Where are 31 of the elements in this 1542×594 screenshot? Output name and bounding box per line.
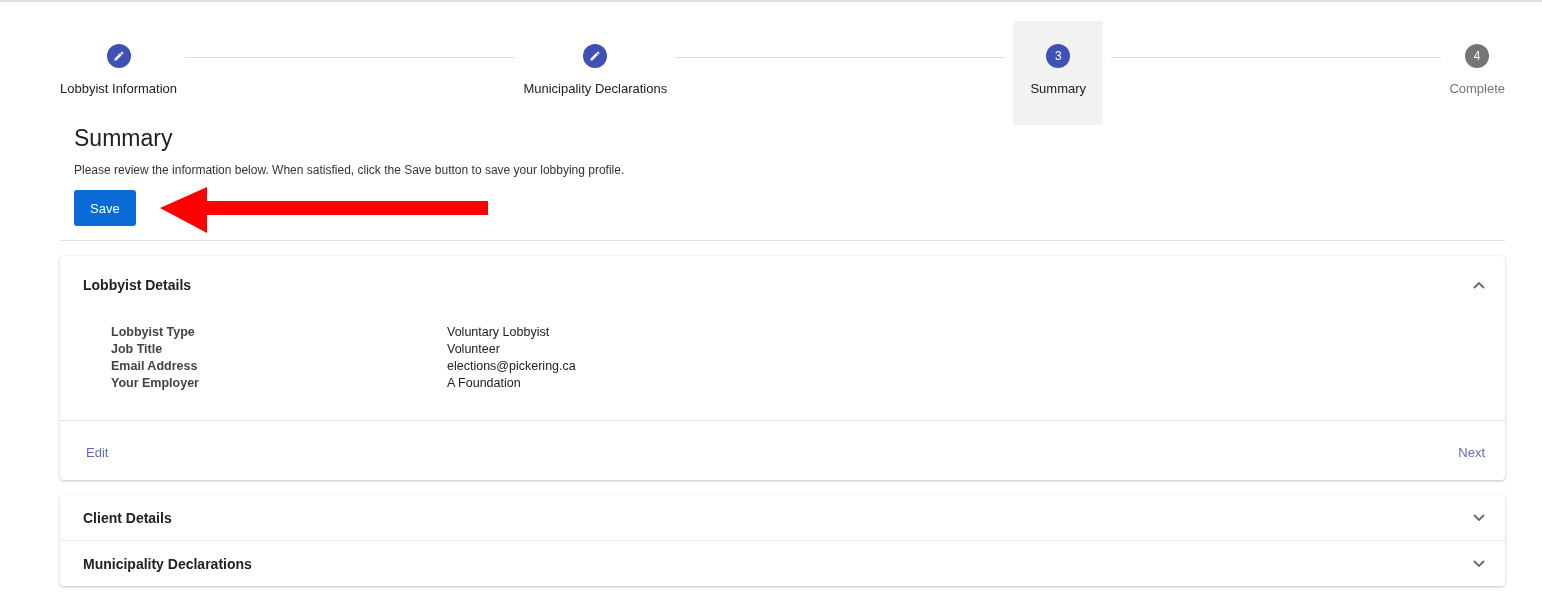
field-value: Voluntary Lobbyist	[447, 325, 551, 339]
pencil-icon	[589, 50, 602, 62]
step-number: 3	[1046, 44, 1071, 68]
save-button[interactable]: Save	[74, 190, 136, 226]
step-label: Complete	[1449, 81, 1505, 96]
accordion-header[interactable]: Client Details	[60, 495, 1505, 540]
field-label: Your Employer	[111, 376, 200, 390]
step-label: Municipality Declarations	[523, 81, 668, 96]
next-link[interactable]: Next	[1458, 445, 1485, 460]
stepper-step[interactable]: Municipality Declarations	[523, 21, 668, 125]
section-title: Municipality Declarations	[83, 555, 252, 572]
step-label: Lobbyist Information	[60, 81, 178, 96]
field-value: Volunteer	[447, 342, 501, 356]
step-number: 4	[1465, 44, 1490, 68]
section-title: Lobbyist Details	[83, 277, 192, 293]
field-value: elections@pickering.ca	[447, 359, 577, 373]
section-title: Client Details	[83, 509, 172, 526]
accordion-header[interactable]: Lobbyist Details	[60, 256, 1505, 314]
stepper-step[interactable]: Lobbyist Information	[60, 21, 178, 125]
field-label: Job Title	[111, 342, 164, 356]
field-value: A Foundation	[447, 376, 522, 390]
pencil-icon	[112, 50, 125, 62]
edit-link[interactable]: Edit	[86, 445, 109, 460]
field-label: Lobbyist Type	[111, 325, 196, 339]
accordion-header[interactable]: Municipality Declarations	[60, 540, 1505, 586]
field-label: Email Address	[111, 359, 199, 373]
intro-text: Please review the information below. When satisfied, click the Save button to save your lobbying profile.	[74, 163, 626, 177]
stepper-step[interactable]: 3 Summary	[1013, 21, 1104, 125]
stepper-step[interactable]: 4 Complete	[1449, 21, 1505, 125]
page-heading: Summary	[74, 125, 174, 152]
step-label: Summary	[1030, 81, 1087, 96]
